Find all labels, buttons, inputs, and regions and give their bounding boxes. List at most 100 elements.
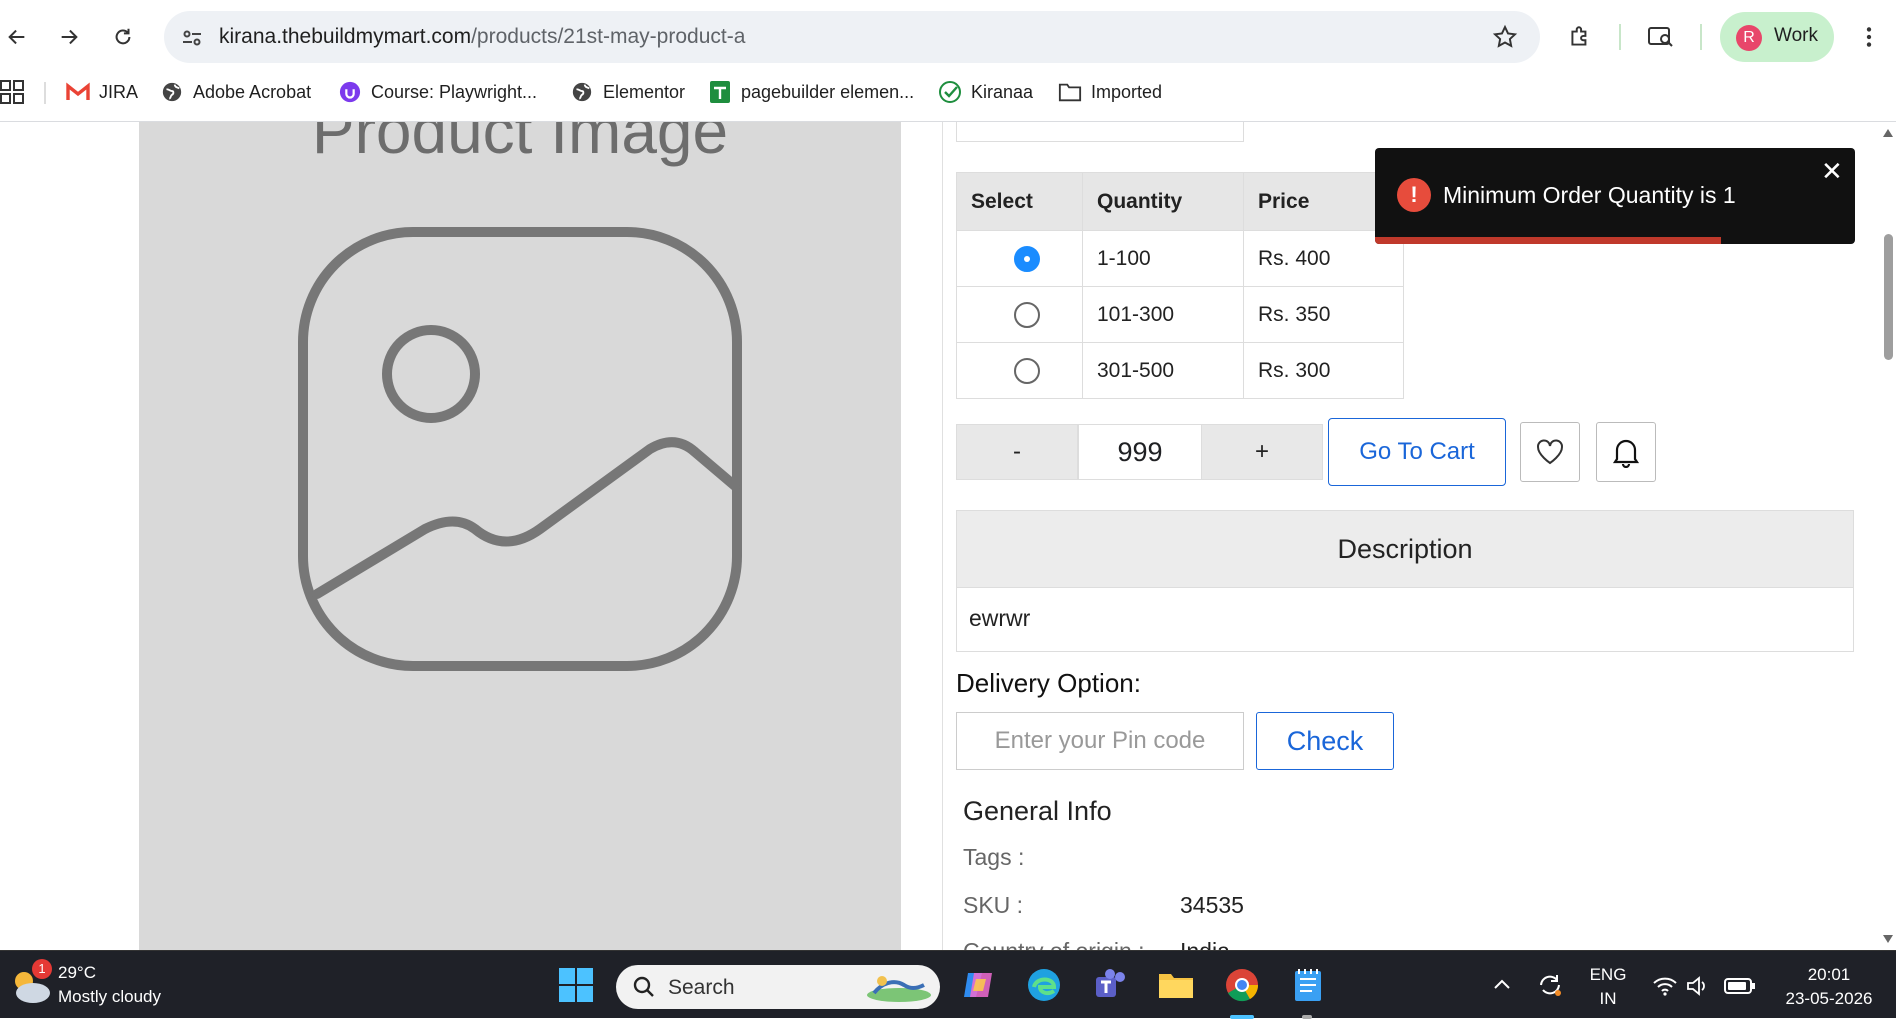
tab-search-icon[interactable] — [1647, 24, 1675, 50]
pin-code-input[interactable]: Enter your Pin code — [956, 712, 1244, 770]
copilot-app[interactable] — [958, 965, 998, 1005]
language-indicator-bottom[interactable]: IN — [1588, 989, 1628, 1009]
battery-icon[interactable] — [1724, 977, 1756, 995]
column-header-select: Select — [956, 172, 1083, 231]
table-row[interactable]: 1-100 Rs. 400 — [956, 230, 1404, 287]
bookmark-star-icon[interactable] — [1492, 24, 1518, 50]
back-button[interactable] — [0, 18, 36, 56]
profile-button[interactable]: R Work — [1720, 12, 1834, 62]
check-circle-icon — [938, 80, 962, 104]
quantity-input[interactable]: 999 — [1078, 424, 1202, 480]
site-info-icon[interactable] — [180, 26, 204, 50]
quantity-cell: 101-300 — [1082, 286, 1244, 343]
apps-grid-icon[interactable] — [0, 80, 24, 104]
course-icon — [338, 80, 362, 104]
select-cell[interactable] — [956, 342, 1083, 399]
info-label: Country of origin : — [963, 938, 1145, 950]
weather-widget[interactable]: 1 — [8, 959, 56, 1009]
teams-app[interactable] — [1090, 965, 1130, 1005]
bookmark-elementor[interactable]: Elementor — [570, 78, 685, 106]
reload-icon — [115, 28, 131, 45]
info-value: India — [1180, 938, 1230, 950]
profile-avatar: R — [1736, 25, 1762, 51]
bookmark-label: Course: Playwright... — [371, 81, 538, 102]
volume-icon[interactable] — [1686, 975, 1710, 997]
close-icon[interactable]: ✕ — [1821, 156, 1843, 187]
go-to-cart-button[interactable]: Go To Cart — [1328, 418, 1506, 486]
product-page: Product Image Select Quantity Price 1-10… — [0, 122, 1896, 950]
edge-app[interactable] — [1024, 965, 1064, 1005]
wishlist-button[interactable] — [1520, 422, 1580, 482]
error-toast: ! Minimum Order Quantity is 1 ✕ — [1375, 148, 1855, 244]
notepad-app[interactable] — [1288, 965, 1328, 1005]
column-divider — [942, 122, 943, 950]
windows-taskbar: 1 29°C Mostly cloudy Search ENG IN 20:01… — [0, 950, 1896, 1019]
bookmark-kiranaa[interactable]: Kiranaa — [938, 78, 1033, 106]
scroll-thumb[interactable] — [1884, 234, 1893, 360]
bookmark-label: Adobe Acrobat — [193, 81, 312, 102]
notify-button[interactable] — [1596, 422, 1656, 482]
heart-icon — [1537, 439, 1563, 465]
bookmark-course-playwright[interactable]: Course: Playwright... — [338, 78, 537, 106]
table-row[interactable]: 101-300 Rs. 350 — [956, 286, 1404, 343]
scroll-down-icon[interactable] — [1882, 934, 1894, 944]
scroll-up-icon[interactable] — [1882, 128, 1894, 138]
check-pin-button[interactable]: Check — [1256, 712, 1394, 770]
teams-icon — [1096, 969, 1125, 997]
tier-radio[interactable] — [1013, 301, 1040, 328]
wifi-icon[interactable] — [1652, 975, 1678, 997]
info-value: 34535 — [1180, 892, 1244, 918]
top-field[interactable] — [956, 122, 1244, 142]
page-scrollbar[interactable] — [1878, 122, 1896, 950]
globe-icon — [160, 80, 184, 104]
open-app-indicator — [1302, 1015, 1312, 1019]
error-icon: ! — [1397, 178, 1431, 212]
bookmark-adobe-acrobat[interactable]: Adobe Acrobat — [160, 78, 311, 106]
sheets-icon — [708, 80, 732, 104]
decrease-quantity-button[interactable]: - — [956, 424, 1078, 480]
forward-button[interactable] — [50, 18, 88, 56]
browser-toolbar: kirana.thebuildmymart.com/products/21st-… — [0, 10, 1896, 64]
increase-quantity-button[interactable]: + — [1201, 424, 1323, 480]
bookmark-pagebuilder[interactable]: pagebuilder elemen... — [708, 78, 914, 106]
address-bar[interactable]: kirana.thebuildmymart.com/products/21st-… — [164, 11, 1540, 63]
more-menu-icon[interactable] — [1856, 24, 1882, 50]
description-header[interactable]: Description — [956, 510, 1854, 588]
bookmark-label: JIRA — [99, 81, 139, 102]
profile-label: Work — [1774, 25, 1818, 46]
chrome-app[interactable] — [1222, 965, 1262, 1005]
tier-radio-selected[interactable] — [1013, 245, 1040, 272]
url-host: kirana.thebuildmymart.com — [219, 25, 472, 48]
bookmark-label: Elementor — [603, 81, 686, 102]
select-cell[interactable] — [956, 230, 1083, 287]
toolbar-separator — [1700, 24, 1702, 50]
url-text[interactable]: kirana.thebuildmymart.com/products/21st-… — [219, 25, 745, 49]
info-label: Tags : — [963, 844, 1025, 870]
table-row[interactable]: 301-500 Rs. 300 — [956, 342, 1404, 399]
tier-radio[interactable] — [1013, 357, 1040, 384]
price-table-header: Select Quantity Price — [956, 172, 1404, 231]
weather-badge: 1 — [32, 959, 52, 979]
weather-description: Mostly cloudy — [58, 987, 161, 1006]
windows-logo-icon — [559, 968, 593, 1002]
chevron-up-icon[interactable] — [1492, 975, 1512, 995]
file-explorer-app[interactable] — [1156, 965, 1196, 1005]
reload-button[interactable] — [104, 18, 142, 56]
taskbar-search[interactable]: Search — [616, 965, 940, 1009]
weather-temp: 29°C — [58, 963, 96, 982]
language-indicator-top[interactable]: ENG — [1588, 965, 1628, 985]
extensions-icon[interactable] — [1567, 24, 1593, 50]
bookmark-label: Kiranaa — [971, 81, 1034, 102]
bookmark-imported[interactable]: Imported — [1058, 78, 1162, 106]
bookmark-label: pagebuilder elemen... — [741, 81, 915, 102]
select-cell[interactable] — [956, 286, 1083, 343]
copilot-icon — [964, 973, 992, 997]
bookmark-jira[interactable]: JIRA — [66, 78, 138, 106]
clock-time[interactable]: 20:01 — [1774, 965, 1884, 985]
back-arrow-icon — [8, 29, 25, 45]
forward-arrow-icon — [61, 29, 78, 45]
start-button[interactable] — [556, 965, 596, 1005]
clock-date[interactable]: 23-05-2026 — [1774, 989, 1884, 1009]
sync-icon[interactable] — [1536, 971, 1564, 999]
bookmark-label: Imported — [1091, 81, 1163, 102]
